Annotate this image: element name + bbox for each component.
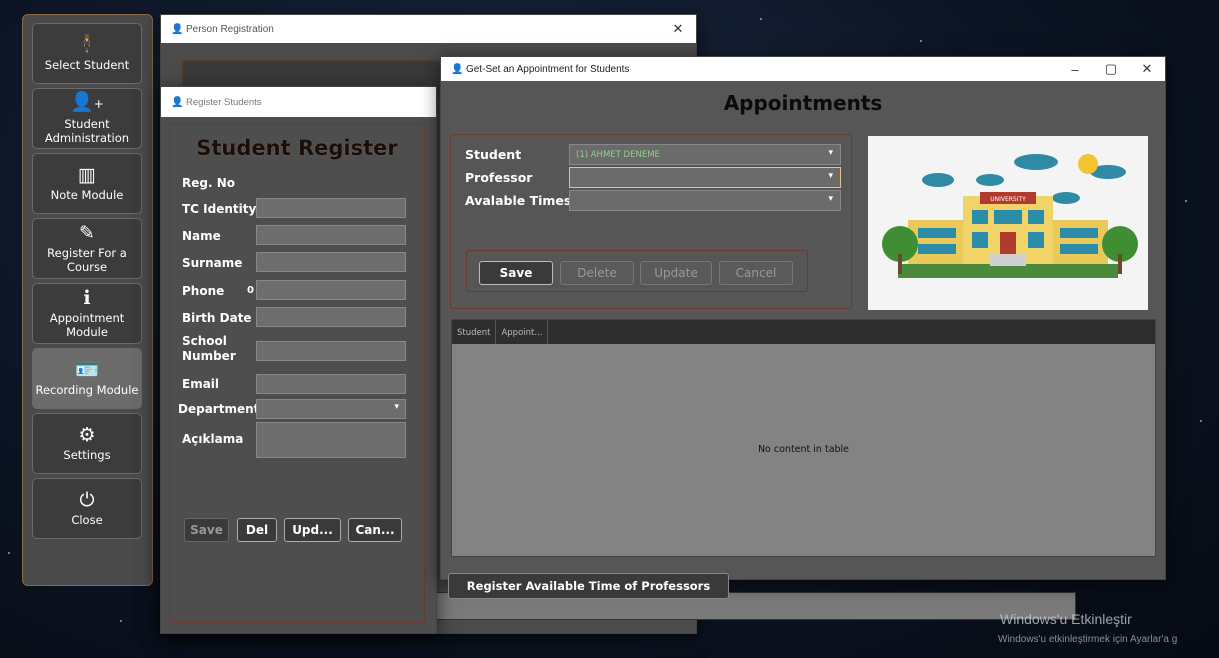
info-icon: i xyxy=(83,287,91,309)
sidebar-item-appointment-module[interactable]: i Appointment Module xyxy=(32,283,142,344)
phone-field[interactable] xyxy=(256,280,406,300)
university-sign: UNIVERSITY xyxy=(990,196,1026,203)
gear-icon: ⚙ xyxy=(78,424,96,446)
sidebar-item-label: Recording Module xyxy=(35,383,139,397)
power-icon: ⏻ xyxy=(79,489,95,511)
aciklama-field[interactable] xyxy=(256,422,406,458)
cancel-button[interactable]: Cancel xyxy=(719,261,793,285)
register-available-time-button[interactable]: Register Available Time of Professors xyxy=(448,573,729,599)
map-icon: ▥ xyxy=(78,164,96,186)
school-number-field[interactable] xyxy=(256,341,406,361)
sidebar-item-select-student[interactable]: 🕴 Select Student xyxy=(32,23,142,84)
tc-field[interactable] xyxy=(256,198,406,218)
student-label: Student xyxy=(465,147,522,162)
email-field[interactable] xyxy=(256,374,406,394)
name-field[interactable] xyxy=(256,225,406,245)
table-header: Student Appoint... xyxy=(452,320,1155,344)
birth-date-label: Birth Date xyxy=(182,311,252,325)
aciklama-label: Açıklama xyxy=(182,432,244,446)
sidebar-item-settings[interactable]: ⚙ Settings xyxy=(32,413,142,474)
delete-button[interactable]: Delete xyxy=(560,261,634,285)
phone-prefix: 0 xyxy=(247,285,254,296)
sidebar: 🕴 Select Student 👤+ Student Administrati… xyxy=(22,14,153,586)
page-title: Appointments xyxy=(723,91,883,115)
activation-watermark-title: Windows'u Etkinleştir xyxy=(1000,611,1132,627)
column-header-appointment[interactable]: Appoint... xyxy=(496,320,549,344)
sidebar-item-label: Student Administration xyxy=(44,117,130,145)
school-number-label: School Number xyxy=(182,334,236,363)
window-title: Get-Set an Appointment for Students xyxy=(466,63,630,75)
form-title: Student Register xyxy=(196,136,398,160)
sidebar-item-close[interactable]: ⏻ Close xyxy=(32,478,142,539)
chevron-down-icon: ▾ xyxy=(828,148,833,158)
surname-label: Surname xyxy=(182,256,243,270)
student-value: (1) AHMET DENEME xyxy=(576,150,660,160)
id-card-icon: 🪪 xyxy=(75,359,99,381)
register-students-window: 👤 Register Students Student Register Reg… xyxy=(160,86,437,634)
phone-label: Phone xyxy=(182,284,225,298)
activation-watermark-text: Windows'u etkinleştirmek için Ayarlar'a … xyxy=(998,634,1178,645)
sidebar-item-student-administration[interactable]: 👤+ Student Administration xyxy=(32,88,142,149)
university-illustration: UNIVERSITY xyxy=(867,135,1149,311)
sidebar-item-label: Register For a Course xyxy=(47,246,127,274)
department-select[interactable]: ▾ xyxy=(256,399,406,419)
birth-date-field[interactable] xyxy=(256,307,406,327)
pencil-icon: ✎ xyxy=(79,222,95,244)
title-bar[interactable]: 👤 Register Students xyxy=(161,87,436,117)
app-icon: 👤 xyxy=(171,23,184,35)
cancel-button[interactable]: Can... xyxy=(348,518,402,542)
add-user-icon: 👤+ xyxy=(70,91,104,113)
sidebar-item-label: Settings xyxy=(63,448,111,462)
student-select[interactable]: (1) AHMET DENEME ▾ xyxy=(569,144,841,165)
update-button[interactable]: Update xyxy=(640,261,712,285)
title-bar[interactable]: 👤 Get-Set an Appointment for Students – … xyxy=(441,57,1165,81)
tc-label: TC Identity xyxy=(182,202,257,216)
appointment-form: Student (1) AHMET DENEME ▾ Professor ▾ A… xyxy=(450,134,852,309)
chevron-down-icon: ▾ xyxy=(828,171,833,181)
sidebar-item-register-course[interactable]: ✎ Register For a Course xyxy=(32,218,142,279)
window-title: Person Registration xyxy=(186,23,274,35)
professor-label: Professor xyxy=(465,170,533,185)
maximize-icon[interactable]: ▢ xyxy=(1093,61,1129,77)
chevron-down-icon: ▾ xyxy=(394,402,399,412)
surname-field[interactable] xyxy=(256,252,406,272)
name-label: Name xyxy=(182,229,221,243)
register-form: Student Register Reg. No TC Identity Nam… xyxy=(169,123,425,623)
sidebar-item-label: Appointment Module xyxy=(49,311,125,339)
email-label: Email xyxy=(182,377,220,391)
close-icon[interactable]: ✕ xyxy=(1129,61,1165,77)
professor-select[interactable]: ▾ xyxy=(569,167,841,188)
sidebar-item-recording-module[interactable]: 🪪 Recording Module xyxy=(32,348,142,409)
reg-no-label: Reg. No xyxy=(182,176,235,190)
sidebar-item-label: Note Module xyxy=(50,188,124,202)
window-title: Register Students xyxy=(186,96,262,108)
sidebar-item-label: Select Student xyxy=(44,58,130,72)
save-button[interactable]: Save xyxy=(479,261,553,285)
appointments-table[interactable]: Student Appoint... No content in table xyxy=(451,319,1156,557)
title-bar[interactable]: 👤 Person Registration ✕ xyxy=(161,15,696,43)
button-row: Save Delete Update Cancel xyxy=(466,250,808,292)
close-icon[interactable]: ✕ xyxy=(660,21,696,37)
person-icon: 🕴 xyxy=(75,34,99,56)
empty-table-message: No content in table xyxy=(757,444,850,455)
chevron-down-icon: ▾ xyxy=(828,194,833,204)
app-icon: 👤 xyxy=(171,96,184,108)
available-times-label: Avalable Times xyxy=(465,193,572,208)
available-times-select[interactable]: ▾ xyxy=(569,190,841,211)
department-label: Department xyxy=(178,402,260,416)
appointments-window: 👤 Get-Set an Appointment for Students – … xyxy=(440,56,1166,599)
column-header-student[interactable]: Student xyxy=(452,320,497,344)
sidebar-item-label: Close xyxy=(71,513,103,527)
sidebar-item-note-module[interactable]: ▥ Note Module xyxy=(32,153,142,214)
save-button[interactable]: Save xyxy=(184,518,229,542)
minimize-icon[interactable]: – xyxy=(1057,62,1093,77)
delete-button[interactable]: Del xyxy=(237,518,277,542)
update-button[interactable]: Upd... xyxy=(284,518,341,542)
app-icon: 👤 xyxy=(451,63,464,75)
